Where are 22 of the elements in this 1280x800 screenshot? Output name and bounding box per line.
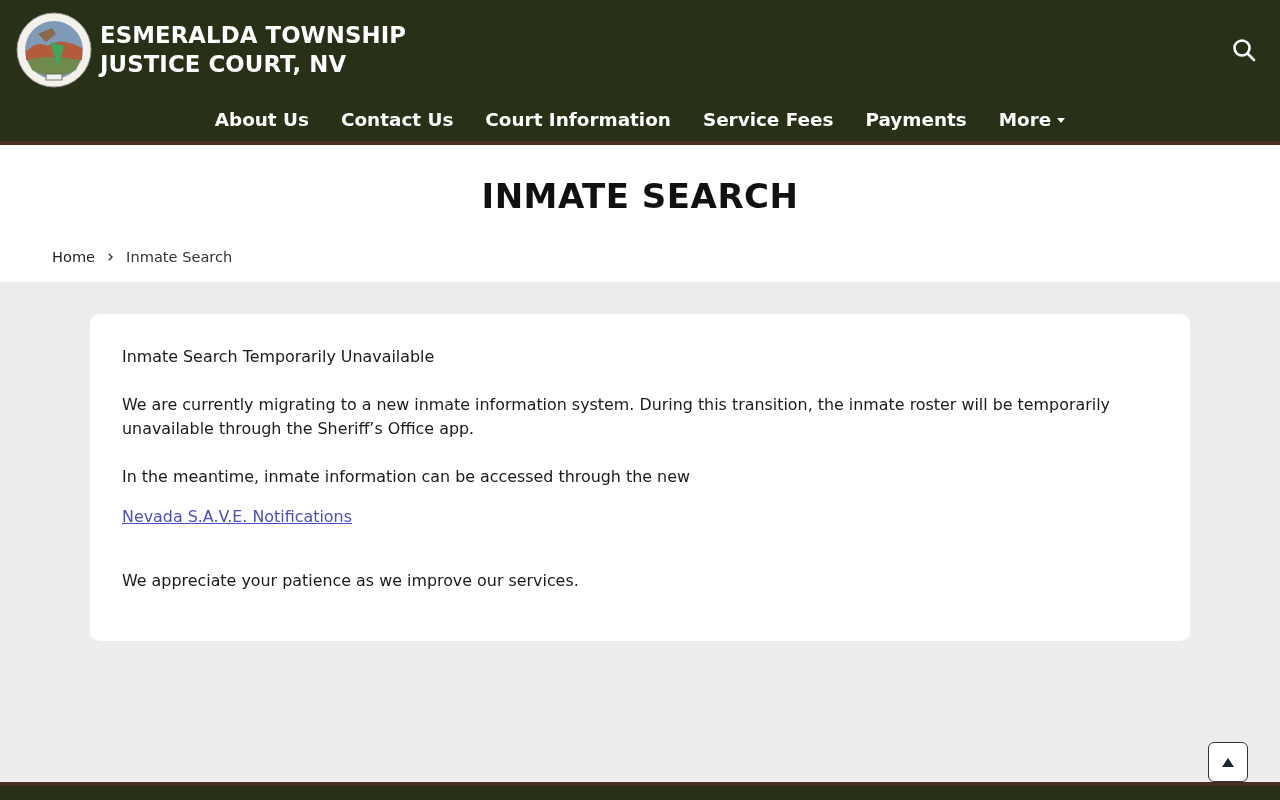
triangle-up-icon — [1222, 757, 1234, 767]
breadcrumb-link[interactable]: Home — [52, 248, 96, 265]
nav-link[interactable]: About Us — [214, 100, 309, 140]
nav-link[interactable]: Contact Us — [340, 100, 454, 140]
notice-text: We are currently migrating to a new inmate information system. During this transition, the inmate roster will be temporarily unavailable through the Sheriff’s Office app. — [122, 395, 1110, 438]
notice-text: We appreciate your patience as we improve our services. — [122, 571, 579, 590]
nav-link[interactable]: More — [998, 100, 1066, 140]
search-icon — [1232, 38, 1256, 62]
search-button[interactable] — [1232, 38, 1256, 62]
site-logo-link[interactable]: ESMERALDA TOWNSHIP JUSTICE COURT, NV — [16, 12, 407, 88]
back-to-top-button[interactable] — [1208, 742, 1248, 782]
nav-link[interactable]: Service Fees — [702, 100, 834, 140]
page-title: INMATE SEARCH — [480, 176, 800, 216]
nav-link[interactable]: Payments — [865, 100, 967, 140]
notice-text: In the meantime, inmate information can be accessed through the new — [122, 467, 690, 486]
site-title: JUSTICE COURT, NV — [100, 50, 348, 79]
chevron-right-icon — [108, 252, 114, 261]
nav-link[interactable]: Court Information — [485, 100, 671, 140]
notice-text: Inmate Search Temporarily Unavailable — [122, 347, 435, 366]
notifications-link[interactable]: Nevada S.A.V.E. Notifications — [122, 507, 352, 526]
breadcrumb-current: Inmate Search — [126, 248, 233, 265]
site-title: ESMERALDA TOWNSHIP — [100, 21, 407, 50]
